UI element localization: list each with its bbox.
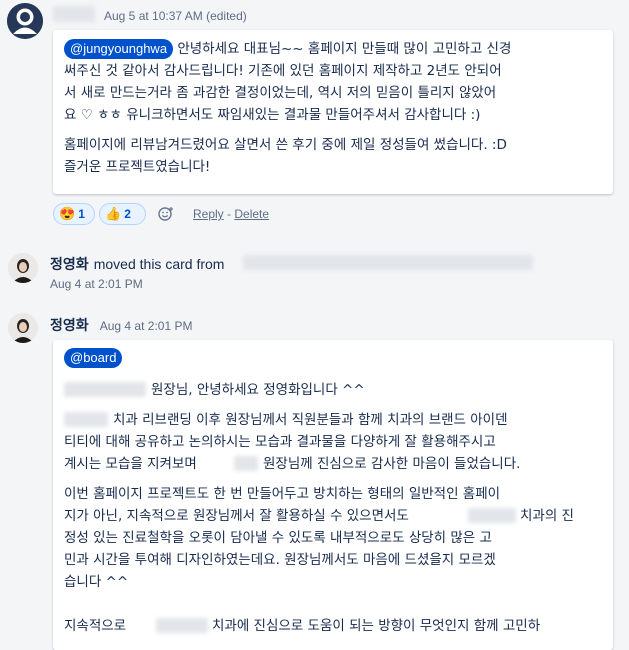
thumbs-up-emoji-icon: 👍 <box>105 206 122 221</box>
comment-line: 홈페이지에 리뷰남겨드렸어요 살면서 쓴 후기 중에 제일 정성들여 썼습니다.… <box>64 137 507 153</box>
comment-line: 요 ♡ ㅎㅎ 유니크하면서도 짜임새있는 결과물 만들어주셔서 감사합니다 :) <box>64 107 481 123</box>
add-reaction-icon[interactable] <box>157 205 175 223</box>
comment-line: 즐거운 프로젝트였습니다! <box>64 159 211 175</box>
comment-line: 써주신 것 같아서 감사드립니다! 기존에 있던 홈페이지 제작하고 2년도 안… <box>64 63 502 79</box>
comment-line: 안녕하세요 대표님~~ 홈페이지 만들때 많이 고민하고 신경 <box>177 41 512 57</box>
comment-line: 치과 리브랜딩 이후 원장님께서 직원분들과 함께 치과의 브랜드 아이덴 <box>113 412 508 428</box>
activity-author[interactable]: 정영화 <box>50 256 89 272</box>
comment-line: 치과의 진 <box>520 508 574 524</box>
comment-bubble: @board 원장님, 안녕하세요 정영화입니다 ^^ 치과 리브랜딩 이후 원… <box>53 340 613 650</box>
mention-chip[interactable]: @jungyounghwa <box>64 39 174 59</box>
comment-line: 서 새로 만드는거라 좀 과감한 결정이었는데, 역시 저의 믿음이 틀리지 않… <box>64 85 497 101</box>
comment-paragraph-2: 이번 홈페이지 프로젝트도 한 번 만들어두고 방치하는 형태의 일반적인 홈페… <box>64 483 602 615</box>
reaction-count: 2 <box>124 207 131 221</box>
comment-timestamp[interactable]: Aug 5 at 10:37 AM (edited) <box>104 9 247 23</box>
comment-line: 지속적으로 <box>64 618 127 634</box>
comment-line: 민과 시간을 투여해 디자인하였는데요. 원장님께서도 마음에 드셨을지 모르겠 <box>64 552 496 568</box>
activity-item: 정영화 moved this card from Aug 4 at 2:01 P… <box>0 245 629 295</box>
clinic-name-redacted <box>468 508 516 523</box>
mention-chip[interactable]: @board <box>64 348 123 368</box>
comment-line: 지가 아닌, 지속적으로 원장님께서 잘 활용하실 수 있으면서도 <box>64 508 409 524</box>
user-avatar[interactable] <box>8 313 38 343</box>
comment-line: 치과에 진심으로 도움이 되는 방향이 무엇인지 함께 고민하 <box>212 618 541 634</box>
reply-link[interactable]: Reply <box>193 207 224 221</box>
comment-timestamp[interactable]: Aug 4 at 2:01 PM <box>100 319 193 333</box>
clinic-name-redacted <box>234 456 258 471</box>
activity-timestamp[interactable]: Aug 4 at 2:01 PM <box>50 277 143 291</box>
comment-author[interactable]: 정영화 <box>50 317 89 333</box>
user-avatar-icon[interactable] <box>7 3 43 39</box>
comment-paragraph-1: 치과 리브랜딩 이후 원장님께서 직원분들과 함께 치과의 브랜드 아이덴 티티… <box>64 409 602 475</box>
comment-actions: Reply - Delete <box>193 207 269 221</box>
reaction-thumbs-up[interactable]: 👍 2 <box>99 203 146 225</box>
comment-paragraph-1: @jungyounghwa 안녕하세요 대표님~~ 홈페이지 만들때 많이 고민… <box>64 38 602 126</box>
reaction-heart-eyes[interactable]: 😍 1 <box>53 203 95 225</box>
comment-line: 계시는 모습을 지켜보며 <box>64 456 197 472</box>
comment-1: Aug 5 at 10:37 AM (edited) @jungyounghwa… <box>0 0 629 232</box>
comment-mention-line: @board <box>64 347 602 371</box>
comment-header: 정영화 Aug 4 at 2:01 PM <box>50 315 192 335</box>
comment-line: 티티에 대해 공유하고 논의하시는 모습과 결과물을 다양하게 잘 활용해주시고 <box>64 434 496 450</box>
greeting-line: 원장님, 안녕하세요 정영화입니다 ^^ <box>64 379 602 401</box>
activity-text: 정영화 moved this card from <box>50 254 224 274</box>
clinic-name-redacted <box>64 412 108 427</box>
author-name-redacted <box>53 6 95 22</box>
delete-link[interactable]: Delete <box>234 207 269 221</box>
greeting-text: 원장님, 안녕하세요 정영화입니다 ^^ <box>151 382 365 398</box>
clinic-name-redacted <box>64 382 146 397</box>
source-list-redacted[interactable] <box>243 255 533 270</box>
comment-paragraph-3: 지속적으로 치과에 진심으로 도움이 되는 방향이 무엇인지 함께 고민하 <box>64 615 602 637</box>
action-separator: - <box>223 207 235 221</box>
comment-line: 원장님께 진심으로 감사한 마음이 들었습니다. <box>263 456 521 472</box>
comment-line: 정성 있는 진료철학을 오롯이 담아낼 수 있도록 내부적으로도 상당히 많은 … <box>64 530 492 546</box>
reaction-count: 1 <box>78 207 85 221</box>
comment-bubble: @jungyounghwa 안녕하세요 대표님~~ 홈페이지 만들때 많이 고민… <box>53 30 613 194</box>
activity-action: moved this card from <box>93 256 225 272</box>
comment-paragraph-2: 홈페이지에 리뷰남겨드렸어요 살면서 쓴 후기 중에 제일 정성들여 썼습니다.… <box>64 134 602 178</box>
comment-line: 이번 홈페이지 프로젝트도 한 번 만들어두고 방치하는 형태의 일반적인 홈페… <box>64 486 501 502</box>
user-avatar[interactable] <box>8 253 38 283</box>
heart-eyes-emoji-icon: 😍 <box>59 206 76 221</box>
comment-line: 습니다 ^^ <box>64 574 129 590</box>
clinic-name-redacted <box>156 618 208 633</box>
comment-2: 정영화 Aug 4 at 2:01 PM @board 원장님, 안녕하세요 정… <box>0 310 629 650</box>
